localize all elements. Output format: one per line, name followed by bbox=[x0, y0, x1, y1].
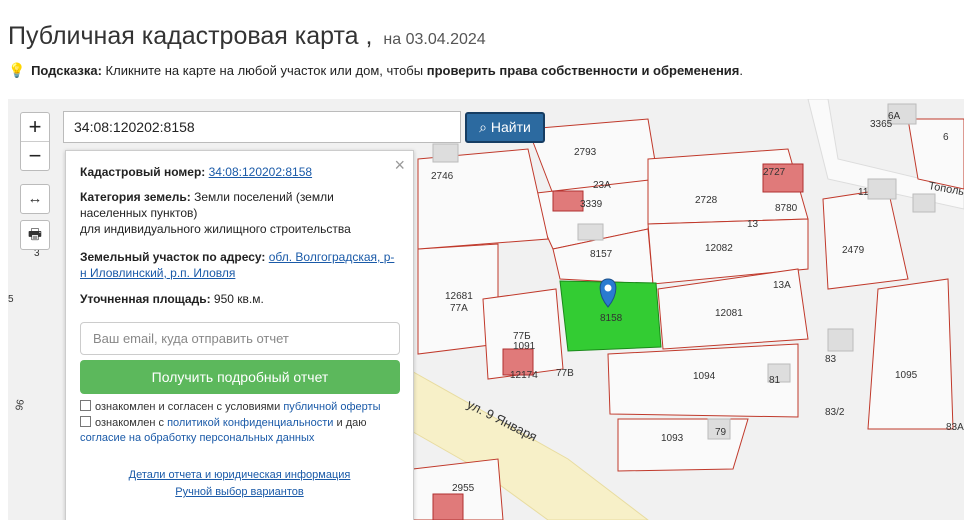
label-6: 6 bbox=[943, 132, 949, 143]
label-1095: 1095 bbox=[895, 370, 918, 381]
label-8157: 8157 bbox=[590, 249, 613, 260]
label-1094: 1094 bbox=[693, 371, 716, 382]
search-button-label: Найти bbox=[490, 119, 531, 135]
label-77v: 77В bbox=[556, 368, 574, 379]
label-13a: 13А bbox=[773, 280, 791, 291]
label-83a: 83А bbox=[946, 422, 964, 433]
consent-offer-text: ознакомлен и согласен с условиями bbox=[95, 401, 284, 413]
cadastral-search-input[interactable]: 34:08:120202:8158 bbox=[63, 111, 461, 143]
label-2728: 2728 bbox=[695, 195, 718, 206]
print-button[interactable]: 🖶 bbox=[20, 220, 50, 250]
hint-line: 💡 Подсказка: Кликните на карте на любой … bbox=[8, 62, 743, 79]
label-79: 79 bbox=[715, 427, 727, 438]
label-83-2: 83/2 bbox=[825, 407, 845, 418]
consent-offer-checkbox[interactable] bbox=[80, 400, 91, 411]
consent-privacy-checkbox[interactable] bbox=[80, 416, 91, 427]
label-2479: 2479 bbox=[842, 245, 865, 256]
zoom-control: + − bbox=[20, 112, 50, 171]
label-5: 5 bbox=[8, 294, 14, 305]
label-2955: 2955 bbox=[452, 483, 475, 494]
label-12082: 12082 bbox=[705, 243, 733, 254]
land-category-label: Категория земель: bbox=[80, 190, 191, 204]
cad-number-row: Кадастровый номер: 34:08:120202:8158 bbox=[80, 164, 312, 180]
page-date: на 03.04.2024 bbox=[383, 31, 486, 48]
parcel-2479[interactable] bbox=[822, 188, 909, 290]
address-link-line2[interactable]: н Иловлинский, р.п. Иловля bbox=[80, 266, 235, 280]
manual-choice-row: Ручной выбор вариантов bbox=[66, 486, 413, 498]
label-11: 11 bbox=[858, 187, 869, 198]
fullscreen-button[interactable]: ↔ bbox=[20, 184, 50, 214]
area-row: Уточненная площадь: 950 кв.м. bbox=[80, 291, 264, 307]
consent-offer: ознакомлен и согласен с условиями публич… bbox=[80, 400, 381, 415]
parcel-info-panel: × Кадастровый номер: 34:08:120202:8158 К… bbox=[65, 150, 414, 520]
consent-privacy-text: ознакомлен с bbox=[95, 417, 168, 429]
hint-text-after: . bbox=[739, 63, 743, 78]
building-south bbox=[432, 493, 464, 520]
consent-privacy: ознакомлен с политикой конфиденциальност… bbox=[80, 416, 366, 446]
lightbulb-icon: 💡 bbox=[8, 62, 26, 78]
privacy-policy-link[interactable]: политикой конфиденциальности bbox=[167, 417, 333, 429]
area-label: Уточненная площадь: bbox=[80, 292, 211, 306]
fullscreen-icon: ↔ bbox=[27, 190, 43, 207]
page-title-text: Публичная кадастровая карта , bbox=[8, 22, 373, 50]
zoom-out-button[interactable]: − bbox=[21, 141, 49, 170]
report-details-link[interactable]: Детали отчета и юридическая информация bbox=[129, 469, 351, 481]
search-icon: ⌕ bbox=[479, 119, 487, 135]
address-row: Земельный участок по адресу: обл. Волгог… bbox=[80, 249, 394, 281]
personal-data-consent-link[interactable]: согласие на обработку персональных данны… bbox=[80, 432, 314, 444]
parcel-1095[interactable] bbox=[867, 278, 954, 430]
get-report-button[interactable]: Получить подробный отчет bbox=[80, 360, 400, 394]
label-96: 96 bbox=[14, 398, 27, 411]
label-2746: 2746 bbox=[431, 171, 454, 182]
label-8780: 8780 bbox=[775, 203, 798, 214]
label-1093: 1093 bbox=[661, 433, 684, 444]
parcel-2746[interactable] bbox=[417, 148, 549, 250]
label-77a: 77А bbox=[450, 303, 468, 314]
close-icon[interactable]: × bbox=[394, 155, 405, 176]
cadastral-map[interactable]: 2793 23А 3339 2728 2727 13 8157 12082 27… bbox=[8, 99, 964, 520]
print-icon: 🖶 bbox=[27, 226, 43, 243]
cad-number-link[interactable]: 34:08:120202:8158 bbox=[209, 165, 312, 179]
zoom-in-button[interactable]: + bbox=[21, 113, 49, 141]
consent-privacy-text2: и даю bbox=[333, 417, 367, 429]
email-field[interactable]: Ваш email, куда отправить отчет bbox=[80, 322, 400, 355]
hint-text-before: Кликните на карте на любой участок или д… bbox=[101, 63, 427, 78]
address-label: Земельный участок по адресу: bbox=[80, 250, 266, 264]
land-category-line3: для индивидуального жилищного строительс… bbox=[80, 222, 351, 236]
hint-text-bold: проверить права собственности и обремене… bbox=[426, 63, 740, 78]
land-category-line2: населенных пунктов) bbox=[80, 206, 198, 220]
area-value: 950 кв.м. bbox=[210, 292, 264, 306]
manual-choice-link[interactable]: Ручной выбор вариантов bbox=[175, 486, 303, 498]
page-title: Публичная кадастровая карта , на 03.04.2… bbox=[8, 22, 486, 51]
label-23a: 23А bbox=[593, 180, 611, 191]
label-8158: 8158 bbox=[600, 313, 623, 324]
public-offer-link[interactable]: публичной оферты bbox=[283, 401, 380, 413]
label-83: 83 bbox=[825, 354, 837, 365]
label-81: 81 bbox=[769, 375, 781, 386]
label-13: 13 bbox=[747, 219, 759, 230]
label-2793: 2793 bbox=[574, 147, 597, 158]
label-3365: 3365 bbox=[870, 119, 893, 130]
building-3339 bbox=[552, 190, 584, 212]
hint-label: Подсказка: bbox=[31, 63, 102, 78]
label-12681: 12681 bbox=[445, 291, 473, 302]
label-1091: 1091 bbox=[513, 341, 536, 352]
report-details-row: Детали отчета и юридическая информация bbox=[66, 469, 413, 481]
label-12174: 12174 bbox=[510, 370, 538, 381]
cad-number-label: Кадастровый номер: bbox=[80, 165, 206, 179]
land-category-line1: Земли поселений (земли bbox=[190, 190, 334, 204]
label-12081: 12081 bbox=[715, 308, 743, 319]
search-button[interactable]: ⌕ Найти bbox=[465, 112, 545, 143]
label-3339: 3339 bbox=[580, 199, 603, 210]
address-link-line1[interactable]: обл. Волгоградская, р- bbox=[269, 250, 395, 264]
label-2727: 2727 bbox=[763, 167, 786, 178]
land-category-row: Категория земель: Земли поселений (земли… bbox=[80, 189, 351, 237]
